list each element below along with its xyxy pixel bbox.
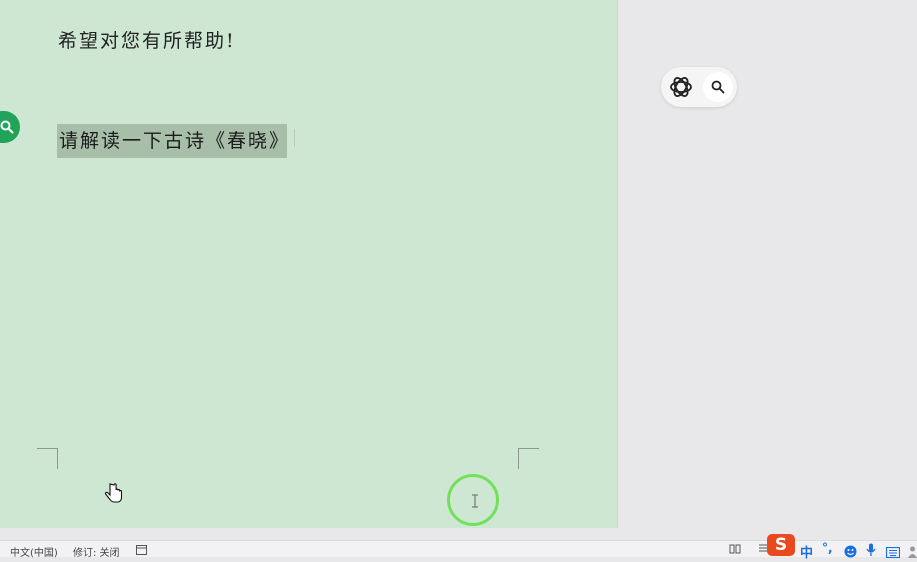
status-language[interactable]: 中文(中国): [10, 544, 58, 559]
text-caret: [294, 129, 295, 147]
ime-punctuation[interactable]: °,: [822, 541, 833, 555]
search-icon: [0, 120, 14, 134]
float-search-button[interactable]: [703, 72, 733, 102]
microphone-icon[interactable]: [866, 542, 876, 561]
document-text-line[interactable]: 希望对您有所帮助!: [58, 26, 236, 53]
text-cursor-icon: [470, 493, 480, 512]
status-track-changes[interactable]: 修订: 关闭: [73, 544, 120, 559]
page-margin-corner-right: [518, 448, 539, 469]
hand-cursor-icon: [104, 483, 123, 503]
user-icon[interactable]: [908, 543, 917, 562]
document-page[interactable]: 希望对您有所帮助! 请解读一下古诗《春晓》: [0, 0, 618, 528]
side-search-button[interactable]: [0, 111, 20, 143]
emoji-icon[interactable]: [844, 543, 857, 562]
ime-mode[interactable]: 中: [800, 542, 813, 561]
keyboard-icon[interactable]: [885, 543, 901, 562]
selected-text[interactable]: 请解读一下古诗《春晓》: [57, 124, 288, 158]
ime-logo-icon[interactable]: S: [767, 534, 795, 556]
page-margin-corner-left: [37, 448, 58, 469]
reading-mode-icon[interactable]: [729, 543, 741, 557]
search-icon: [711, 80, 725, 94]
openai-logo-icon[interactable]: [667, 73, 695, 101]
floating-ai-toolbar: [661, 67, 737, 107]
